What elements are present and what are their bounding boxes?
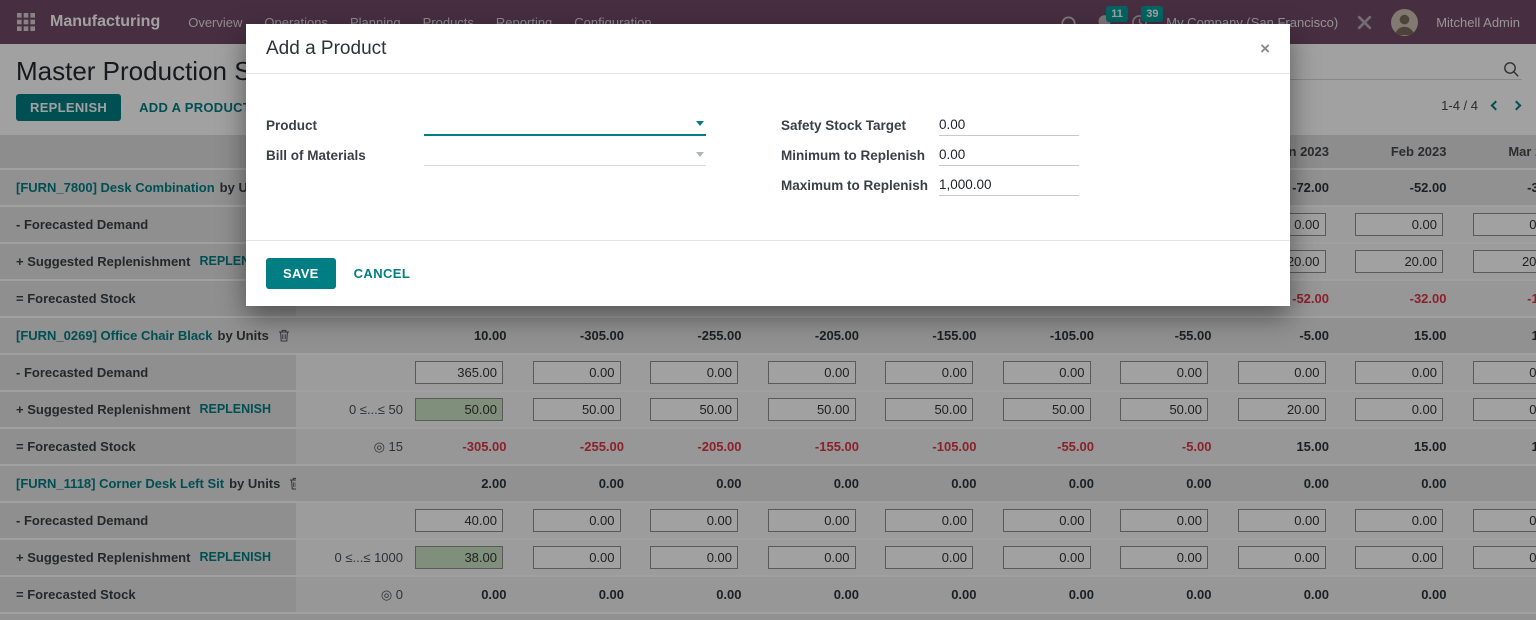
product-select[interactable]: [424, 114, 706, 136]
save-button[interactable]: SAVE: [266, 258, 336, 289]
field-label: Bill of Materials: [266, 148, 424, 166]
field-value: 1,000.00: [939, 177, 992, 192]
field-row-product: Product: [266, 106, 755, 136]
field-value: 0.00: [939, 147, 965, 162]
field-label: Product: [266, 118, 424, 136]
minimum-to-replenish-input[interactable]: 0.00: [939, 144, 1079, 166]
dialog-title: Add a Product: [266, 38, 386, 60]
chevron-down-icon[interactable]: [696, 121, 704, 126]
cancel-button[interactable]: CANCEL: [354, 266, 411, 281]
chevron-down-icon[interactable]: [696, 152, 704, 157]
field-value: 0.00: [939, 117, 965, 132]
field-label: Minimum to Replenish: [781, 148, 939, 166]
field-row-minimum-to-replenish: Minimum to Replenish0.00: [781, 136, 1270, 166]
field-row-maximum-to-replenish: Maximum to Replenish1,000.00: [781, 166, 1270, 196]
safety-stock-target-input[interactable]: 0.00: [939, 114, 1079, 136]
field-row-bill-of-materials: Bill of Materials: [266, 136, 755, 166]
field-label: Maximum to Replenish: [781, 178, 939, 196]
maximum-to-replenish-input[interactable]: 1,000.00: [939, 174, 1079, 196]
close-icon[interactable]: ×: [1260, 40, 1270, 57]
add-product-dialog: Add a Product × Product Bill of Materials…: [246, 24, 1290, 306]
bill-of-materials-select[interactable]: [424, 144, 706, 166]
field-row-safety-stock-target: Safety Stock Target0.00: [781, 106, 1270, 136]
field-label: Safety Stock Target: [781, 118, 939, 136]
